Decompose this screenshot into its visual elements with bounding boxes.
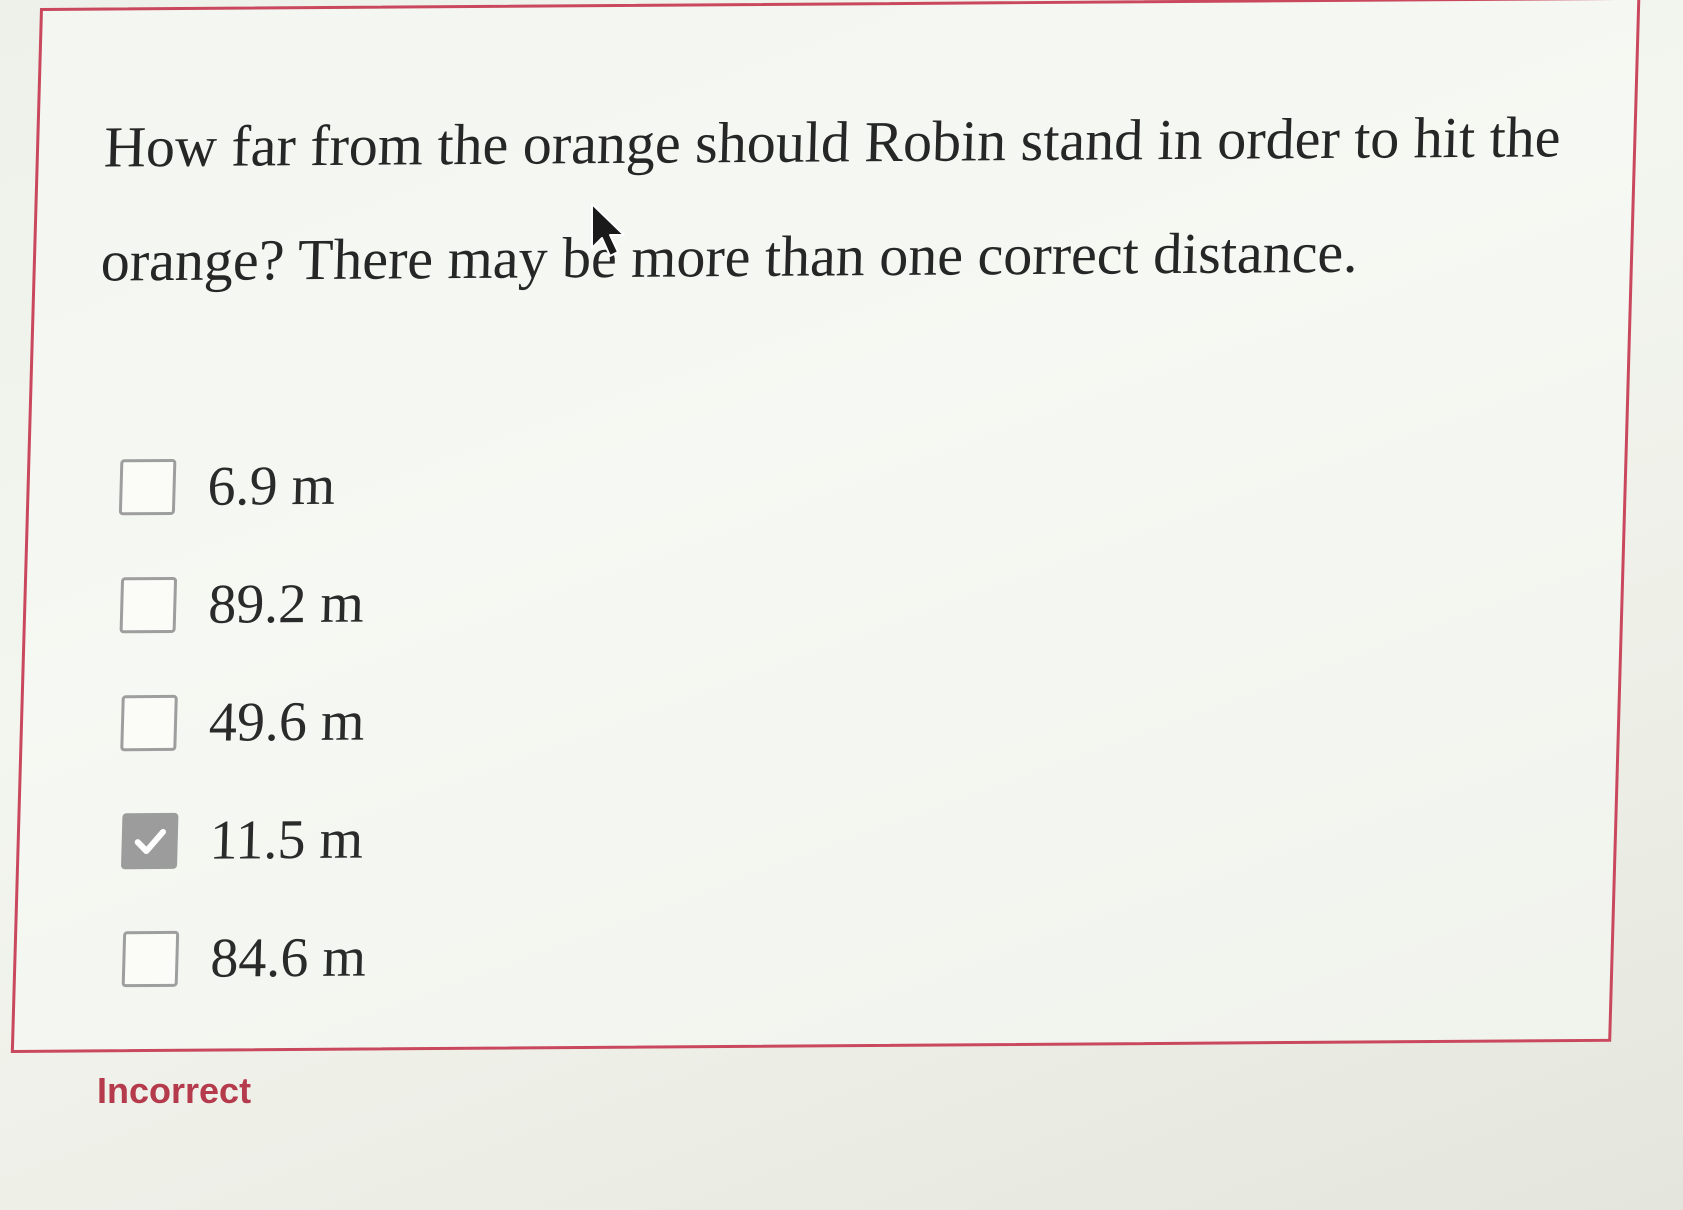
option-checkbox[interactable] xyxy=(121,930,180,988)
option-checkbox[interactable] xyxy=(120,694,178,752)
option-checkbox[interactable] xyxy=(119,576,178,634)
option-label: 49.6 m xyxy=(208,690,366,754)
option-label: 84.6 m xyxy=(209,926,367,990)
answer-option[interactable]: 89.2 m xyxy=(119,545,378,665)
answer-options: 6.9 m 89.2 m 49.6 m 11.5 m 84.6 m xyxy=(105,427,381,1019)
option-checkbox-checked[interactable] xyxy=(120,812,179,870)
option-label: 89.2 m xyxy=(207,572,365,636)
mouse-cursor-icon xyxy=(591,203,625,257)
option-label: 6.9 m xyxy=(206,454,337,518)
question-text: How far from the orange should Robin sta… xyxy=(100,104,1562,294)
answer-option[interactable]: 6.9 m xyxy=(118,427,381,547)
question-box: How far from the orange should Robin sta… xyxy=(10,0,1641,1053)
option-label: 11.5 m xyxy=(208,808,365,872)
checkmark-icon xyxy=(134,828,166,855)
answer-option[interactable]: 49.6 m xyxy=(119,663,374,783)
option-checkbox[interactable] xyxy=(118,458,177,516)
answer-option[interactable]: 84.6 m xyxy=(121,899,368,1019)
answer-option[interactable]: 11.5 m xyxy=(120,781,371,901)
feedback-status: Incorrect xyxy=(97,1070,252,1111)
